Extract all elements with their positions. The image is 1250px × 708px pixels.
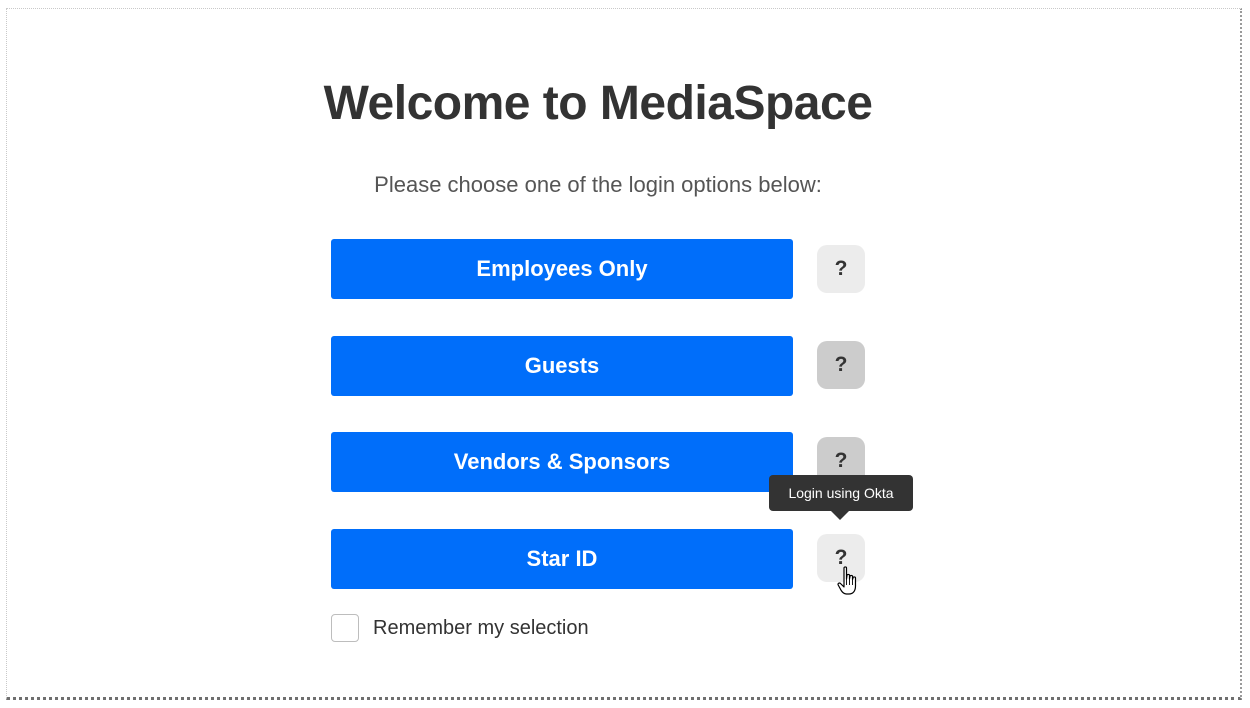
guests-button[interactable]: Guests xyxy=(331,336,793,396)
hand-pointer-icon xyxy=(837,566,857,595)
star-id-button[interactable]: Star ID xyxy=(331,529,793,589)
page-subtitle: Please choose one of the login options b… xyxy=(374,172,822,197)
remember-selection[interactable]: Remember my selection xyxy=(331,612,589,644)
remember-checkbox[interactable] xyxy=(331,614,359,642)
tooltip-arrow xyxy=(831,511,849,520)
vendors-sponsors-button[interactable]: Vendors & Sponsors xyxy=(331,432,793,492)
page-title: Welcome to MediaSpace xyxy=(323,77,873,130)
login-tooltip: Login using Okta xyxy=(769,475,913,511)
guests-help-button[interactable]: ? xyxy=(817,341,865,389)
employees-only-button[interactable]: Employees Only xyxy=(331,239,793,299)
remember-label: Remember my selection xyxy=(373,616,589,639)
employees-only-help-button[interactable]: ? xyxy=(817,245,865,293)
